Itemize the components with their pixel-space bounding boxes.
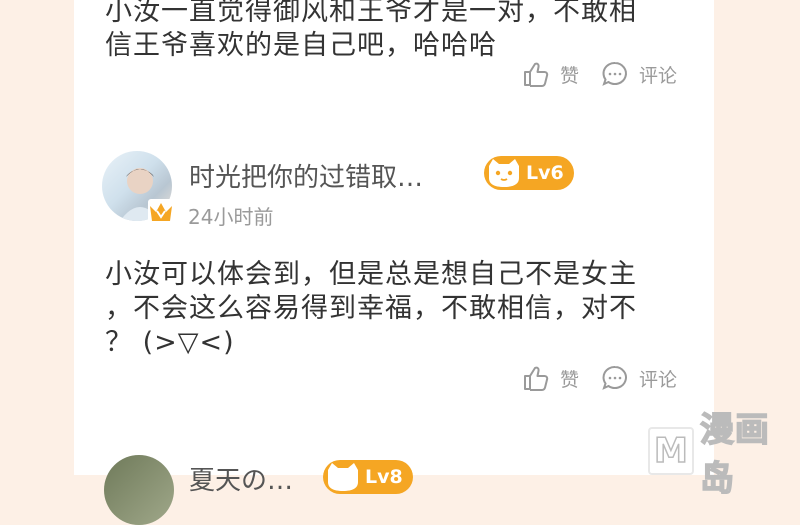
comment-1-like-label: 赞 [560, 64, 580, 87]
cat-face-icon [489, 159, 519, 187]
watermark-logo: M 漫画岛 [648, 409, 800, 500]
comment-1-line-2: 信王爷喜欢的是自己吧，哈哈哈 [105, 30, 497, 61]
comment-2-reply-label: 评论 [639, 368, 678, 391]
comment-1-line-1: 小汝一直觉得御风和王爷才是一对，不敢相 [105, 0, 637, 27]
comment-3-avatar[interactable] [104, 455, 174, 525]
comment-2-text: 小汝可以体会到，但是总是想自己不是女主 ，不会这么容易得到幸福，不敢相信，对不 … [105, 258, 685, 360]
comment-2-reply-button[interactable]: 评论 [601, 364, 677, 392]
cat-face-icon [328, 463, 358, 491]
watermark-text: 漫画岛 [699, 409, 770, 500]
comment-1-like-button[interactable]: 赞 [522, 60, 579, 88]
comment-1-reply-label: 评论 [639, 64, 678, 87]
comment-1-text: 小汝一直觉得御风和王爷才是一对，不敢相 信王爷喜欢的是自己吧，哈哈哈 [105, 0, 685, 63]
comment-2-actions: 赞 评论 [522, 363, 677, 393]
comment-1-actions: 赞 评论 [522, 59, 677, 89]
comment-3-username[interactable]: 夏天の… [189, 460, 309, 497]
comment-2-line-3: ？ (>▽<) [105, 327, 235, 358]
comment-1-reply-button[interactable]: 评论 [601, 60, 677, 88]
vip-crown-icon [148, 199, 174, 225]
comment-2-timestamp: 24小时前 [188, 205, 274, 229]
watermark-m-icon: M [648, 427, 694, 475]
comment-2-line-2: ，不会这么容易得到幸福，不敢相信，对不 [105, 293, 637, 324]
comment-2-like-label: 赞 [560, 368, 580, 391]
thumbs-up-icon [524, 62, 549, 87]
speech-bubble-icon [602, 61, 627, 86]
comment-2-line-1: 小汝可以体会到，但是总是想自己不是女主 [105, 259, 637, 290]
comment-3-level-text: Lv8 [365, 466, 403, 488]
comment-2-level-text: Lv6 [526, 162, 564, 184]
comment-3-level-badge: Lv8 [323, 460, 413, 494]
comment-2-username[interactable]: 时光把你的过错取… [189, 157, 449, 194]
speech-bubble-icon [602, 365, 627, 390]
comment-2-level-badge: Lv6 [484, 156, 574, 190]
comment-2-like-button[interactable]: 赞 [522, 364, 579, 392]
thumbs-up-icon [524, 366, 549, 391]
